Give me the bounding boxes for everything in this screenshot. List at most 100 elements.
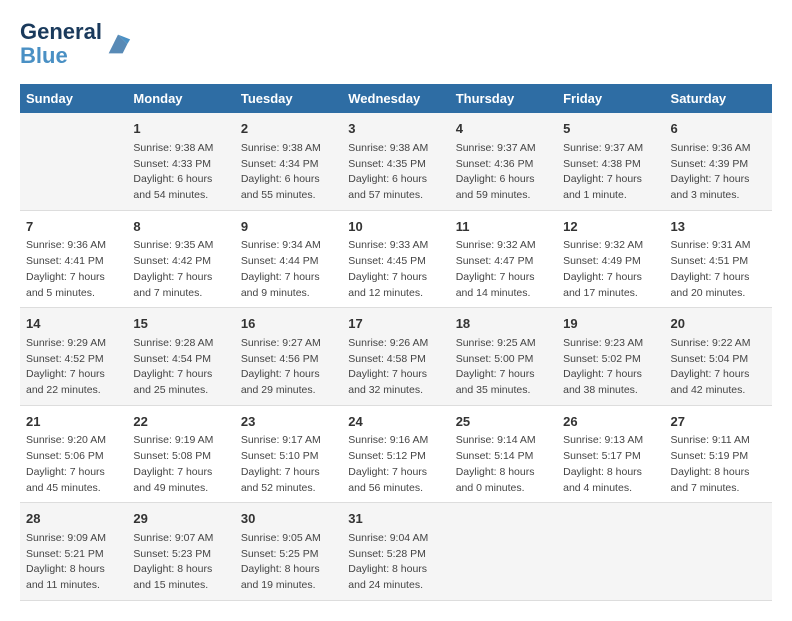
day-number: 10 xyxy=(348,217,443,237)
day-number: 6 xyxy=(671,119,766,139)
day-number: 30 xyxy=(241,509,336,529)
day-number: 29 xyxy=(133,509,228,529)
cell-info: Sunrise: 9:32 AMSunset: 4:49 PMDaylight:… xyxy=(563,238,658,301)
calendar-cell: 19Sunrise: 9:23 AMSunset: 5:02 PMDayligh… xyxy=(557,308,664,406)
cell-info: Sunrise: 9:28 AMSunset: 4:54 PMDaylight:… xyxy=(133,336,228,399)
calendar-cell: 26Sunrise: 9:13 AMSunset: 5:17 PMDayligh… xyxy=(557,405,664,503)
day-number: 4 xyxy=(456,119,551,139)
logo: GeneralBlue xyxy=(20,20,132,68)
cell-info: Sunrise: 9:38 AMSunset: 4:34 PMDaylight:… xyxy=(241,141,336,204)
cell-info: Sunrise: 9:29 AMSunset: 4:52 PMDaylight:… xyxy=(26,336,121,399)
cell-info: Sunrise: 9:11 AMSunset: 5:19 PMDaylight:… xyxy=(671,433,766,496)
day-number: 13 xyxy=(671,217,766,237)
calendar-cell: 13Sunrise: 9:31 AMSunset: 4:51 PMDayligh… xyxy=(665,210,772,308)
calendar-cell: 15Sunrise: 9:28 AMSunset: 4:54 PMDayligh… xyxy=(127,308,234,406)
cell-info: Sunrise: 9:14 AMSunset: 5:14 PMDaylight:… xyxy=(456,433,551,496)
cell-info: Sunrise: 9:31 AMSunset: 4:51 PMDaylight:… xyxy=(671,238,766,301)
calendar-cell: 22Sunrise: 9:19 AMSunset: 5:08 PMDayligh… xyxy=(127,405,234,503)
calendar-cell: 11Sunrise: 9:32 AMSunset: 4:47 PMDayligh… xyxy=(450,210,557,308)
cell-info: Sunrise: 9:35 AMSunset: 4:42 PMDaylight:… xyxy=(133,238,228,301)
logo-text: GeneralBlue xyxy=(20,20,102,68)
calendar-cell: 21Sunrise: 9:20 AMSunset: 5:06 PMDayligh… xyxy=(20,405,127,503)
calendar-cell: 18Sunrise: 9:25 AMSunset: 5:00 PMDayligh… xyxy=(450,308,557,406)
calendar-week-row: 21Sunrise: 9:20 AMSunset: 5:06 PMDayligh… xyxy=(20,405,772,503)
logo-icon xyxy=(104,30,132,58)
day-number: 26 xyxy=(563,412,658,432)
column-header-friday: Friday xyxy=(557,84,664,113)
day-number: 22 xyxy=(133,412,228,432)
calendar-cell: 20Sunrise: 9:22 AMSunset: 5:04 PMDayligh… xyxy=(665,308,772,406)
day-number: 14 xyxy=(26,314,121,334)
column-header-monday: Monday xyxy=(127,84,234,113)
day-number: 24 xyxy=(348,412,443,432)
cell-info: Sunrise: 9:36 AMSunset: 4:39 PMDaylight:… xyxy=(671,141,766,204)
column-header-tuesday: Tuesday xyxy=(235,84,342,113)
cell-info: Sunrise: 9:38 AMSunset: 4:35 PMDaylight:… xyxy=(348,141,443,204)
calendar-cell: 27Sunrise: 9:11 AMSunset: 5:19 PMDayligh… xyxy=(665,405,772,503)
cell-info: Sunrise: 9:36 AMSunset: 4:41 PMDaylight:… xyxy=(26,238,121,301)
calendar-cell: 9Sunrise: 9:34 AMSunset: 4:44 PMDaylight… xyxy=(235,210,342,308)
day-number: 5 xyxy=(563,119,658,139)
cell-info: Sunrise: 9:37 AMSunset: 4:36 PMDaylight:… xyxy=(456,141,551,204)
cell-info: Sunrise: 9:23 AMSunset: 5:02 PMDaylight:… xyxy=(563,336,658,399)
day-number: 3 xyxy=(348,119,443,139)
calendar-cell: 3Sunrise: 9:38 AMSunset: 4:35 PMDaylight… xyxy=(342,113,449,210)
cell-info: Sunrise: 9:22 AMSunset: 5:04 PMDaylight:… xyxy=(671,336,766,399)
column-header-wednesday: Wednesday xyxy=(342,84,449,113)
calendar-cell xyxy=(20,113,127,210)
cell-info: Sunrise: 9:05 AMSunset: 5:25 PMDaylight:… xyxy=(241,531,336,594)
calendar-cell: 1Sunrise: 9:38 AMSunset: 4:33 PMDaylight… xyxy=(127,113,234,210)
calendar-cell xyxy=(665,503,772,601)
cell-info: Sunrise: 9:34 AMSunset: 4:44 PMDaylight:… xyxy=(241,238,336,301)
column-header-thursday: Thursday xyxy=(450,84,557,113)
day-number: 21 xyxy=(26,412,121,432)
cell-info: Sunrise: 9:26 AMSunset: 4:58 PMDaylight:… xyxy=(348,336,443,399)
page-header: GeneralBlue xyxy=(20,20,772,68)
day-number: 9 xyxy=(241,217,336,237)
calendar-cell: 28Sunrise: 9:09 AMSunset: 5:21 PMDayligh… xyxy=(20,503,127,601)
calendar-cell xyxy=(557,503,664,601)
calendar-week-row: 28Sunrise: 9:09 AMSunset: 5:21 PMDayligh… xyxy=(20,503,772,601)
calendar-cell: 30Sunrise: 9:05 AMSunset: 5:25 PMDayligh… xyxy=(235,503,342,601)
calendar-cell: 25Sunrise: 9:14 AMSunset: 5:14 PMDayligh… xyxy=(450,405,557,503)
calendar-cell: 31Sunrise: 9:04 AMSunset: 5:28 PMDayligh… xyxy=(342,503,449,601)
calendar-cell: 10Sunrise: 9:33 AMSunset: 4:45 PMDayligh… xyxy=(342,210,449,308)
calendar-cell: 24Sunrise: 9:16 AMSunset: 5:12 PMDayligh… xyxy=(342,405,449,503)
calendar-cell: 5Sunrise: 9:37 AMSunset: 4:38 PMDaylight… xyxy=(557,113,664,210)
day-number: 20 xyxy=(671,314,766,334)
day-number: 19 xyxy=(563,314,658,334)
day-number: 17 xyxy=(348,314,443,334)
cell-info: Sunrise: 9:13 AMSunset: 5:17 PMDaylight:… xyxy=(563,433,658,496)
cell-info: Sunrise: 9:16 AMSunset: 5:12 PMDaylight:… xyxy=(348,433,443,496)
cell-info: Sunrise: 9:07 AMSunset: 5:23 PMDaylight:… xyxy=(133,531,228,594)
day-number: 31 xyxy=(348,509,443,529)
day-number: 23 xyxy=(241,412,336,432)
cell-info: Sunrise: 9:38 AMSunset: 4:33 PMDaylight:… xyxy=(133,141,228,204)
day-number: 15 xyxy=(133,314,228,334)
cell-info: Sunrise: 9:27 AMSunset: 4:56 PMDaylight:… xyxy=(241,336,336,399)
day-number: 1 xyxy=(133,119,228,139)
day-number: 8 xyxy=(133,217,228,237)
calendar-table: SundayMondayTuesdayWednesdayThursdayFrid… xyxy=(20,84,772,601)
cell-info: Sunrise: 9:32 AMSunset: 4:47 PMDaylight:… xyxy=(456,238,551,301)
day-number: 28 xyxy=(26,509,121,529)
cell-info: Sunrise: 9:17 AMSunset: 5:10 PMDaylight:… xyxy=(241,433,336,496)
cell-info: Sunrise: 9:37 AMSunset: 4:38 PMDaylight:… xyxy=(563,141,658,204)
cell-info: Sunrise: 9:09 AMSunset: 5:21 PMDaylight:… xyxy=(26,531,121,594)
calendar-week-row: 1Sunrise: 9:38 AMSunset: 4:33 PMDaylight… xyxy=(20,113,772,210)
cell-info: Sunrise: 9:25 AMSunset: 5:00 PMDaylight:… xyxy=(456,336,551,399)
calendar-cell xyxy=(450,503,557,601)
column-header-sunday: Sunday xyxy=(20,84,127,113)
calendar-cell: 16Sunrise: 9:27 AMSunset: 4:56 PMDayligh… xyxy=(235,308,342,406)
day-number: 25 xyxy=(456,412,551,432)
calendar-cell: 4Sunrise: 9:37 AMSunset: 4:36 PMDaylight… xyxy=(450,113,557,210)
calendar-cell: 7Sunrise: 9:36 AMSunset: 4:41 PMDaylight… xyxy=(20,210,127,308)
day-number: 2 xyxy=(241,119,336,139)
cell-info: Sunrise: 9:33 AMSunset: 4:45 PMDaylight:… xyxy=(348,238,443,301)
day-number: 12 xyxy=(563,217,658,237)
day-number: 11 xyxy=(456,217,551,237)
cell-info: Sunrise: 9:04 AMSunset: 5:28 PMDaylight:… xyxy=(348,531,443,594)
cell-info: Sunrise: 9:19 AMSunset: 5:08 PMDaylight:… xyxy=(133,433,228,496)
calendar-cell: 6Sunrise: 9:36 AMSunset: 4:39 PMDaylight… xyxy=(665,113,772,210)
calendar-header-row: SundayMondayTuesdayWednesdayThursdayFrid… xyxy=(20,84,772,113)
